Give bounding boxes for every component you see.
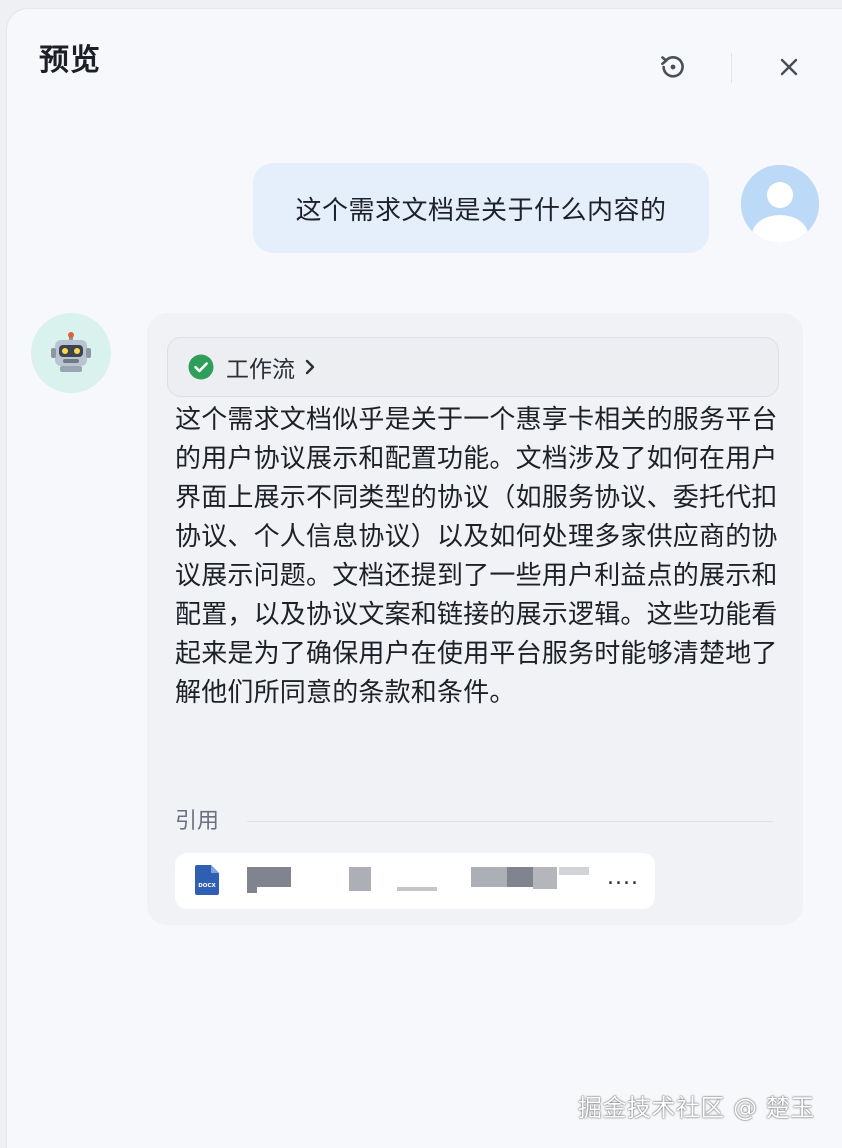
close-button[interactable]: [769, 47, 809, 87]
user-avatar-icon: [741, 165, 819, 243]
user-message-text: 这个需求文档是关于什么内容的: [295, 195, 667, 226]
redacted-block: [507, 867, 533, 887]
check-circle-icon: [188, 354, 214, 380]
workflow-label: 工作流: [226, 357, 295, 383]
bot-response-card: 工作流 这个需求文档似乎是关于一个惠享卡相关的服务平台的用户协议展示和配置功能。…: [147, 313, 803, 925]
docx-file-icon: DOCX: [195, 865, 219, 895]
watermark: 掘金技术社区 @ 楚玉: [578, 1094, 815, 1122]
chevron-right-icon: [303, 358, 317, 376]
redacted-block: [471, 867, 507, 887]
redacted-block: [397, 887, 437, 891]
refresh-icon: [661, 56, 684, 78]
redacted-block: [349, 867, 371, 891]
redacted-block: [559, 867, 589, 875]
page-title: 预览: [39, 43, 101, 78]
svg-text:DOCX: DOCX: [198, 883, 216, 889]
redacted-block: [533, 867, 557, 889]
user-avatar: [741, 165, 819, 243]
reference-file-chip[interactable]: DOCX ....: [175, 853, 655, 909]
redacted-block: [247, 867, 291, 887]
redacted-block: [247, 887, 257, 893]
workflow-toggle[interactable]: 工作流: [167, 337, 779, 397]
reference-divider: [247, 821, 773, 822]
bot-avatar: [31, 313, 111, 393]
refresh-button[interactable]: [653, 47, 693, 87]
robot-icon: [51, 332, 91, 372]
header-divider: [731, 53, 732, 83]
preview-panel: 预览 这个需求文档是关于什么内容的 工作流 这个需求文档似乎是关于一个惠享卡相关…: [6, 8, 842, 1148]
user-message-bubble: 这个需求文档是关于什么内容的: [253, 163, 709, 253]
bot-answer-text: 这个需求文档似乎是关于一个惠享卡相关的服务平台的用户协议展示和配置功能。文档涉及…: [175, 405, 778, 708]
reference-label: 引用: [175, 809, 220, 834]
reference-ellipsis: ....: [607, 865, 639, 890]
close-icon: [780, 58, 798, 76]
